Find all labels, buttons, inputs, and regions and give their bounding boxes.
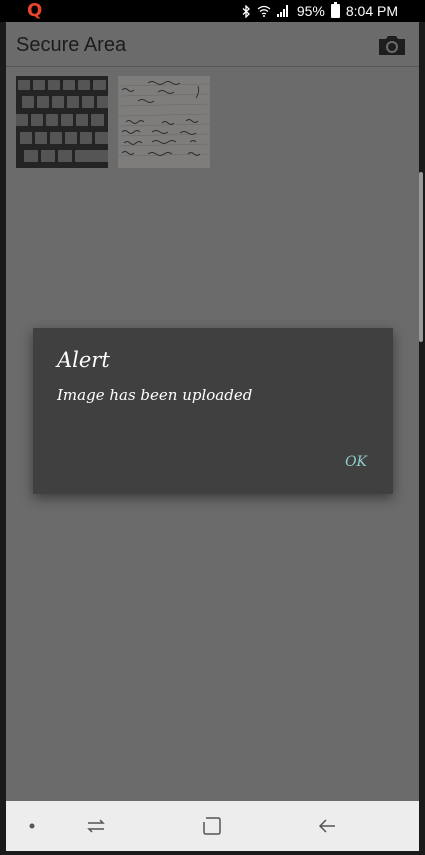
back-icon[interactable] bbox=[315, 813, 339, 839]
app-header: Secure Area bbox=[6, 22, 419, 67]
app-logo: Q bbox=[27, 0, 43, 21]
recent-apps-icon[interactable] bbox=[84, 813, 108, 839]
alert-dialog: Alert Image has been uploaded OK bbox=[33, 328, 393, 494]
dialog-message: Image has been uploaded bbox=[57, 386, 253, 404]
dot-icon[interactable] bbox=[24, 813, 40, 839]
navigation-bar bbox=[6, 801, 419, 851]
battery-percent: 95% bbox=[296, 3, 325, 19]
gallery-thumbnail-notebook[interactable] bbox=[118, 76, 210, 168]
status-bar: Q 95% 8:04 PM bbox=[0, 0, 425, 22]
dialog-title: Alert bbox=[57, 348, 110, 372]
scrollbar[interactable] bbox=[419, 172, 423, 342]
status-icons: 95% 8:04 PM bbox=[242, 2, 398, 20]
home-icon[interactable] bbox=[200, 813, 224, 839]
signal-icon bbox=[276, 5, 291, 17]
keyboard-photo bbox=[16, 76, 108, 168]
clock: 8:04 PM bbox=[345, 3, 398, 19]
notebook-photo bbox=[118, 76, 210, 168]
camera-icon[interactable] bbox=[377, 34, 407, 56]
battery-icon bbox=[330, 2, 340, 18]
bluetooth-icon bbox=[242, 4, 250, 18]
gallery-thumbnail-keyboard[interactable] bbox=[16, 76, 108, 168]
wifi-icon bbox=[257, 5, 271, 17]
page-title: Secure Area bbox=[16, 34, 127, 56]
ok-button[interactable]: OK bbox=[345, 454, 367, 470]
